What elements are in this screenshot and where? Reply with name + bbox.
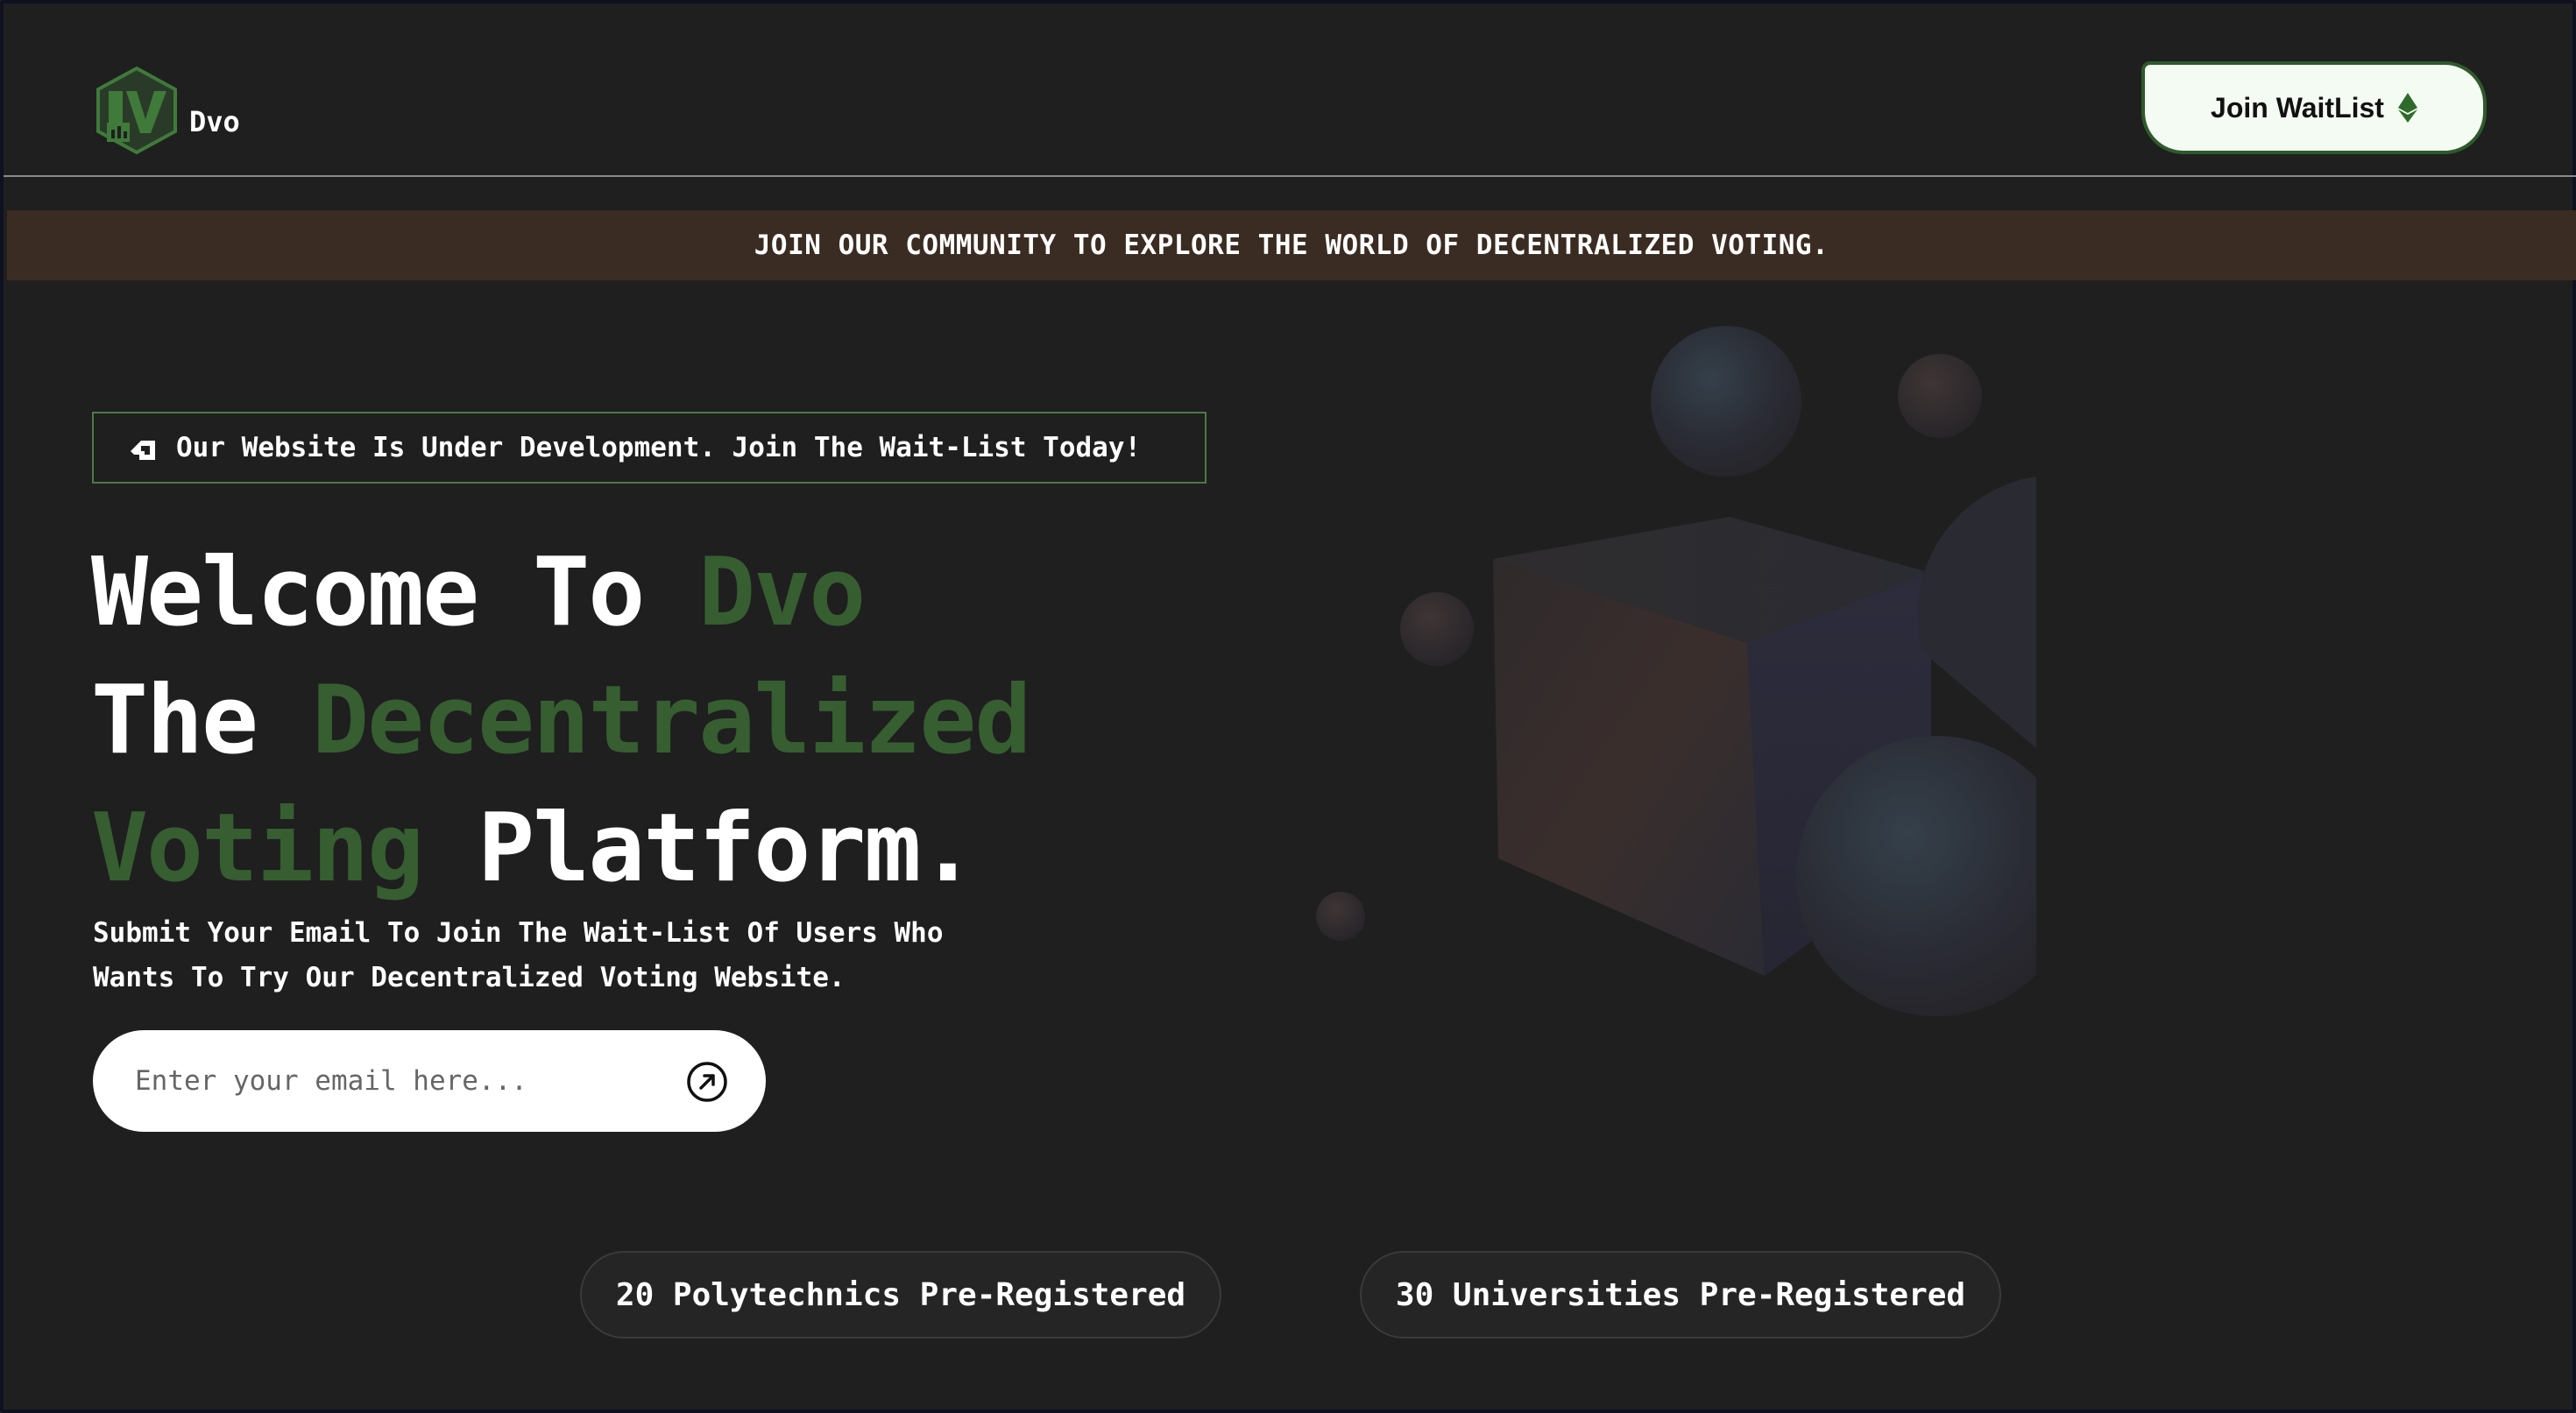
hero-title-line-2: The Decentralized	[91, 657, 1031, 785]
arrow-up-right-circle-icon[interactable]	[685, 1060, 729, 1104]
stat-label: 30 Universities Pre-Registered	[1395, 1276, 1966, 1313]
join-waitlist-label: Join WaitList	[2211, 91, 2384, 124]
development-notice-text: Our Website Is Under Development. Join T…	[176, 432, 1142, 463]
announcement-banner: JOIN OUR COMMUNITY TO EXPLORE THE WORLD …	[7, 210, 2576, 280]
stat-polytechnics-badge: 20 Polytechnics Pre-Registered	[580, 1251, 1221, 1339]
hero-title-line-3: Voting Platform.	[91, 785, 1030, 913]
development-notice-badge: Our Website Is Under Development. Join T…	[92, 412, 1207, 484]
email-signup-form	[93, 1030, 766, 1132]
stairs-icon	[131, 441, 155, 460]
page-frame: Dvo Join WaitList JOIN OUR COMMUNITY TO …	[0, 0, 2576, 1413]
hero-title-line-1: Welcome To Dvo	[91, 529, 1030, 657]
email-input[interactable]	[133, 1064, 645, 1098]
stat-label: 20 Polytechnics Pre-Registered	[615, 1276, 1186, 1313]
hero-subtitle-line: Submit Your Email To Join The Wait-List …	[93, 917, 944, 949]
hero-title-text: The	[91, 666, 313, 775]
brand-name[interactable]: Dvo	[189, 105, 240, 138]
hero-title-highlight: Dvo	[698, 538, 866, 647]
hero-title-highlight: Decentralized	[312, 666, 1031, 775]
stat-universities-badge: 30 Universities Pre-Registered	[1360, 1251, 2001, 1339]
ethereum-icon	[2397, 93, 2417, 123]
dvo-logo-icon[interactable]	[91, 65, 182, 156]
hero-title-text: Welcome To	[91, 538, 699, 647]
hero-subtitle: Submit Your Email To Join The Wait-List …	[93, 911, 1057, 1000]
hero-title-text: Platform.	[422, 794, 976, 903]
top-navbar: Dvo Join WaitList	[4, 4, 2576, 177]
announcement-text: JOIN OUR COMMUNITY TO EXPLORE THE WORLD …	[754, 230, 1829, 261]
hero-title-highlight: Voting	[91, 794, 424, 903]
hero-title: Welcome To Dvo The Decentralized Voting …	[91, 529, 1031, 913]
join-waitlist-button[interactable]: Join WaitList	[2141, 61, 2487, 154]
hero-subtitle-line: Wants To Try Our Decentralized Voting We…	[93, 962, 846, 993]
decorative-cube-illustration	[1316, 326, 2036, 1016]
